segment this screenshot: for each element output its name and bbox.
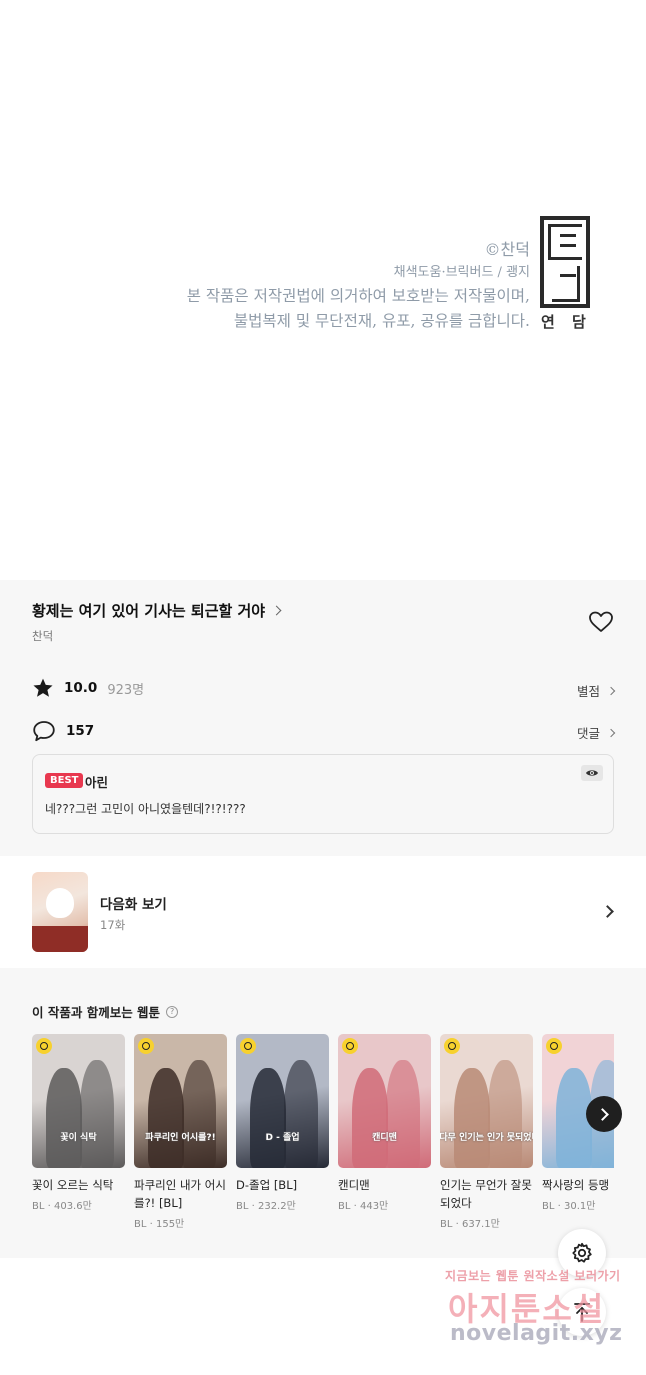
recommendation-title: D-졸업 [BL]	[236, 1178, 298, 1192]
staff-credits: 채색도움·브릭버드 / 괭지	[393, 265, 530, 280]
studio-name: 연 담	[541, 313, 592, 331]
eye-icon	[586, 770, 598, 776]
best-comment-card[interactable]: BEST 아린 네???그런 고민이 아니였을텐데?!?!???	[32, 754, 614, 834]
recommendation-meta: BL · 443만	[338, 1201, 389, 1212]
cover-title-art: 파쿠리인 어시를?!	[145, 1133, 216, 1143]
clock-icon	[342, 1038, 358, 1054]
cover-title-art: 꽃이 식탁	[60, 1133, 97, 1143]
rating-count: 923명	[107, 682, 145, 698]
comment-link[interactable]: 댓글	[576, 723, 616, 742]
chevron-right-icon	[606, 728, 616, 737]
recommendation-meta: BL · 232.2만	[236, 1201, 296, 1212]
recommendation-cover: 3다무 인기는 인가 못되었다	[440, 1034, 533, 1168]
recommendation-meta: BL · 30.1만	[542, 1201, 596, 1212]
clock-icon	[36, 1038, 52, 1054]
clock-icon	[240, 1038, 256, 1054]
recommendation-cover: 파쿠리인 어시를?!	[134, 1034, 227, 1168]
rate-link-label: 별점	[576, 684, 600, 699]
comment-row: 157	[32, 720, 94, 742]
recommendation-meta: BL · 403.6만	[32, 1201, 92, 1212]
recommendations-carousel: 꽃이 식탁 꽃이 오르는 식탁 BL · 403.6만 파쿠리인 어시를?! 파쿠리인 …	[32, 1034, 614, 1254]
copyright-notice-line1: 본 작품은 저작권법에 의거하여 보호받는 저작물이며,	[186, 287, 530, 305]
recommendation-card[interactable]: 파쿠리인 어시를?! 파쿠리인 내가 어시를?! [BL] BL · 155만	[134, 1034, 227, 1230]
comment-count: 157	[66, 723, 95, 739]
recommendation-card[interactable]: 캔디맨 캔디맨 BL · 443만	[338, 1034, 431, 1212]
recommendations-header: 이 작품과 함께보는 웹툰 ?	[32, 1002, 179, 1021]
chevron-right-icon	[601, 905, 614, 918]
chevron-right-icon	[271, 605, 282, 616]
star-icon	[33, 678, 53, 697]
work-info-section: 황제는 여기 있어 기사는 퇴근할 거야 찬덕 10.0 923명 별점 157…	[0, 580, 646, 856]
recommendations-title: 이 작품과 함께보는 웹툰	[32, 1005, 161, 1020]
recommendation-meta: BL · 637.1만	[440, 1219, 500, 1230]
best-comment-user: 아린	[85, 775, 109, 790]
clock-icon	[138, 1038, 154, 1054]
rating-value: 10.0	[64, 680, 98, 696]
carousel-next-button[interactable]	[586, 1096, 622, 1132]
spoiler-toggle-button[interactable]	[581, 765, 603, 781]
best-comment-text: 네???그런 고민이 아니였을텐데?!?!???	[45, 802, 246, 816]
chevron-right-icon	[606, 686, 616, 695]
next-episode-thumbnail	[32, 872, 88, 952]
help-icon[interactable]: ?	[166, 1005, 179, 1018]
recommendation-title: 인기는 무언가 잘못되었다	[440, 1178, 532, 1210]
comment-link-label: 댓글	[576, 726, 600, 741]
work-author: 찬덕	[32, 629, 54, 643]
next-episode-row[interactable]: 다음화 보기 17화	[0, 856, 646, 968]
rating-row: 10.0 923명	[32, 677, 144, 699]
recommendations-section: 이 작품과 함께보는 웹툰 ? 꽃이 식탁꽃이 오르는 식탁 BL · 403.6…	[0, 968, 646, 1258]
recommendation-cover: 캔디맨	[338, 1034, 431, 1168]
recommendation-cover: D - 졸업	[236, 1034, 329, 1168]
recommendation-card[interactable]: 꽃이 식탁꽃이 오르는 식탁 BL · 403.6만	[32, 1034, 125, 1212]
recommendation-card[interactable]: 3다무 인기는 인가 못되었다인기는 무언가 잘못되었다 BL · 637.1만	[440, 1034, 533, 1230]
copyright-text: ©찬덕	[484, 240, 530, 259]
clock-icon	[444, 1038, 460, 1054]
credits-block: ©찬덕 채색도움·브릭버드 / 괭지 본 작품은 저작권법에 의거하여 보호받는…	[187, 238, 530, 334]
best-badge: BEST	[45, 773, 84, 788]
recommendation-cover: 꽃이 식탁	[32, 1034, 125, 1168]
comment-bubble-icon	[33, 721, 55, 742]
chevron-right-icon	[596, 1107, 609, 1121]
recommendation-title: 짝사랑의 등맹	[542, 1178, 610, 1192]
scroll-to-top-button[interactable]	[558, 1288, 606, 1336]
next-episode-label: 다음화 보기	[100, 897, 167, 913]
studio-seal-logo	[540, 216, 590, 308]
copyright-notice-line2: 불법복제 및 무단전재, 유포, 공유를 금합니다.	[233, 312, 530, 330]
gear-icon	[572, 1242, 592, 1263]
next-episode-number: 17화	[100, 918, 126, 932]
comic-end-panel: ©찬덕 채색도움·브릭버드 / 괭지 본 작품은 저작권법에 의거하여 보호받는…	[0, 0, 646, 580]
cover-title-art: D - 졸업	[265, 1133, 300, 1143]
heart-icon[interactable]	[588, 610, 614, 634]
work-title: 황제는 여기 있어 기사는 퇴근할 거야	[32, 602, 266, 620]
cover-title-art: 캔디맨	[372, 1133, 397, 1143]
recommendation-title: 캔디맨	[338, 1178, 370, 1192]
clock-icon	[546, 1038, 562, 1054]
arrow-up-icon	[574, 1303, 590, 1322]
work-title-link[interactable]: 황제는 여기 있어 기사는 퇴근할 거야	[32, 600, 282, 621]
recommendation-title: 꽃이 오르는 식탁	[32, 1178, 114, 1192]
recommendation-card[interactable]: D - 졸업 D-졸업 [BL] BL · 232.2만	[236, 1034, 329, 1212]
rate-link[interactable]: 별점	[576, 681, 616, 700]
recommendation-meta: BL · 155만	[134, 1219, 185, 1230]
recommendation-title: 파쿠리인 내가 어시를?! [BL]	[134, 1178, 226, 1210]
cover-title-art: 3다무 인기는 인가 못되었다	[440, 1133, 533, 1143]
settings-button[interactable]	[558, 1229, 606, 1277]
